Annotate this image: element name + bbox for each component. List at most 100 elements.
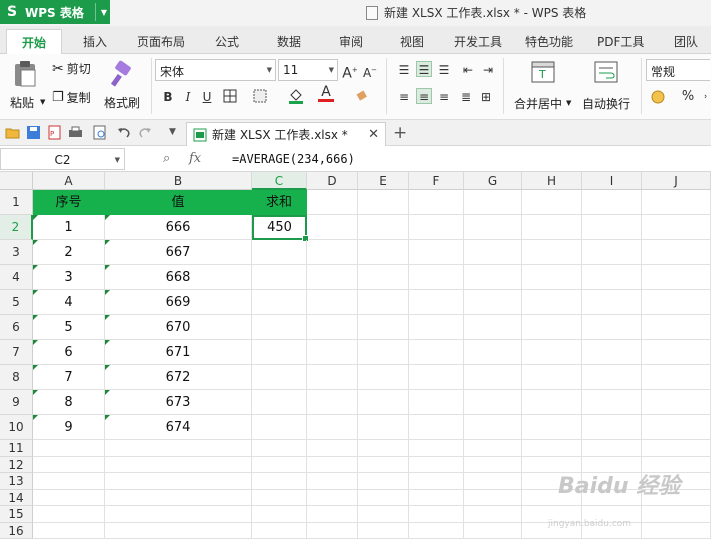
empty-cell[interactable] <box>358 365 409 390</box>
document-tab[interactable]: 新建 XLSX 工作表.xlsx * ✕ <box>186 122 386 146</box>
empty-cell[interactable] <box>307 240 358 265</box>
tab-developer[interactable]: 开发工具 <box>454 33 502 50</box>
empty-cell[interactable] <box>105 489 252 506</box>
empty-cell[interactable] <box>642 190 711 215</box>
data-cell[interactable]: 9 <box>33 415 105 440</box>
empty-cell[interactable] <box>33 522 105 539</box>
empty-cell[interactable] <box>464 456 522 473</box>
fill-color-icon[interactable] <box>288 87 304 104</box>
column-header-i[interactable]: I <box>582 172 642 190</box>
data-cell[interactable]: 673 <box>105 390 252 415</box>
empty-cell[interactable] <box>409 415 464 440</box>
insert-function-button[interactable]: fx <box>189 151 201 166</box>
row-header-8[interactable]: 8 <box>0 365 33 390</box>
empty-cell[interactable] <box>307 365 358 390</box>
empty-cell[interactable] <box>409 190 464 215</box>
empty-cell[interactable] <box>409 315 464 340</box>
column-header-j[interactable]: J <box>642 172 711 190</box>
empty-cell[interactable] <box>582 265 642 290</box>
close-icon[interactable]: ✕ <box>368 127 379 142</box>
format-painter-button[interactable]: 格式刷 <box>102 58 146 114</box>
empty-cell[interactable] <box>105 506 252 523</box>
align-bottom-icon[interactable]: ☰ <box>436 62 452 78</box>
empty-cell[interactable] <box>105 522 252 539</box>
empty-cell[interactable] <box>642 506 711 523</box>
tab-pdf-tools[interactable]: PDF工具 <box>597 33 644 50</box>
zoom-formula-icon[interactable]: ⌕ <box>163 151 170 166</box>
column-header-c[interactable]: C <box>252 172 307 190</box>
data-cell[interactable]: 667 <box>105 240 252 265</box>
empty-cell[interactable] <box>464 315 522 340</box>
indent-increase-icon[interactable]: ⇥ <box>480 62 496 78</box>
data-cell[interactable]: 6 <box>33 340 105 365</box>
data-cell[interactable] <box>252 415 307 440</box>
empty-cell[interactable] <box>358 506 409 523</box>
row-header-15[interactable]: 15 <box>0 506 33 523</box>
data-cell[interactable]: 671 <box>105 340 252 365</box>
empty-cell[interactable] <box>409 522 464 539</box>
empty-cell[interactable] <box>33 506 105 523</box>
empty-cell[interactable] <box>642 240 711 265</box>
empty-cell[interactable] <box>358 340 409 365</box>
redo-icon[interactable] <box>138 125 153 140</box>
empty-cell[interactable] <box>409 265 464 290</box>
empty-cell[interactable] <box>464 240 522 265</box>
active-cell[interactable]: 450 <box>252 215 309 242</box>
tab-formulas[interactable]: 公式 <box>215 33 239 50</box>
formula-input[interactable]: =AVERAGE(234,666) <box>232 152 355 166</box>
empty-cell[interactable] <box>642 265 711 290</box>
empty-cell[interactable] <box>522 315 582 340</box>
export-pdf-icon[interactable]: P <box>47 125 62 140</box>
empty-cell[interactable] <box>358 290 409 315</box>
empty-cell[interactable] <box>409 456 464 473</box>
tab-special-features[interactable]: 特色功能 <box>525 33 573 50</box>
comma-style-icon[interactable]: ˒ <box>698 89 711 105</box>
wps-menu-button[interactable]: S WPS 表格 ▼ <box>0 0 110 24</box>
data-cell[interactable]: 666 <box>105 215 252 240</box>
data-cell[interactable]: 668 <box>105 265 252 290</box>
column-header-b[interactable]: B <box>105 172 252 190</box>
row-header-1[interactable]: 1 <box>0 190 33 215</box>
empty-cell[interactable] <box>307 315 358 340</box>
empty-cell[interactable] <box>358 315 409 340</box>
empty-cell[interactable] <box>307 215 358 240</box>
italic-icon[interactable]: I <box>180 89 196 105</box>
row-header-2[interactable]: 2 <box>0 215 33 240</box>
data-cell[interactable]: 672 <box>105 365 252 390</box>
print-icon[interactable] <box>68 125 83 140</box>
empty-cell[interactable] <box>409 390 464 415</box>
empty-cell[interactable] <box>522 390 582 415</box>
empty-cell[interactable] <box>522 265 582 290</box>
data-cell[interactable]: 3 <box>33 265 105 290</box>
empty-cell[interactable] <box>582 415 642 440</box>
empty-cell[interactable] <box>522 215 582 240</box>
empty-cell[interactable] <box>307 473 358 490</box>
bold-icon[interactable]: B <box>160 89 176 105</box>
fill-pattern-icon[interactable] <box>252 89 268 105</box>
data-cell[interactable]: 8 <box>33 390 105 415</box>
empty-cell[interactable] <box>358 390 409 415</box>
empty-cell[interactable] <box>307 190 358 215</box>
data-cell[interactable]: 670 <box>105 315 252 340</box>
empty-cell[interactable] <box>522 365 582 390</box>
empty-cell[interactable] <box>358 190 409 215</box>
empty-cell[interactable] <box>582 190 642 215</box>
font-name-select[interactable]: 宋体 ▼ <box>155 59 276 81</box>
empty-cell[interactable] <box>642 365 711 390</box>
empty-cell[interactable] <box>358 456 409 473</box>
empty-cell[interactable] <box>409 340 464 365</box>
empty-cell[interactable] <box>409 215 464 240</box>
empty-cell[interactable] <box>358 489 409 506</box>
empty-cell[interactable] <box>252 489 307 506</box>
empty-cell[interactable] <box>307 506 358 523</box>
column-header-d[interactable]: D <box>307 172 358 190</box>
empty-cell[interactable] <box>582 215 642 240</box>
data-cell[interactable] <box>252 265 307 290</box>
underline-icon[interactable]: U <box>199 89 215 105</box>
empty-cell[interactable] <box>409 290 464 315</box>
header-cell[interactable]: 序号 <box>33 190 105 215</box>
empty-cell[interactable] <box>464 265 522 290</box>
empty-cell[interactable] <box>358 473 409 490</box>
column-header-h[interactable]: H <box>522 172 582 190</box>
empty-cell[interactable] <box>464 506 522 523</box>
